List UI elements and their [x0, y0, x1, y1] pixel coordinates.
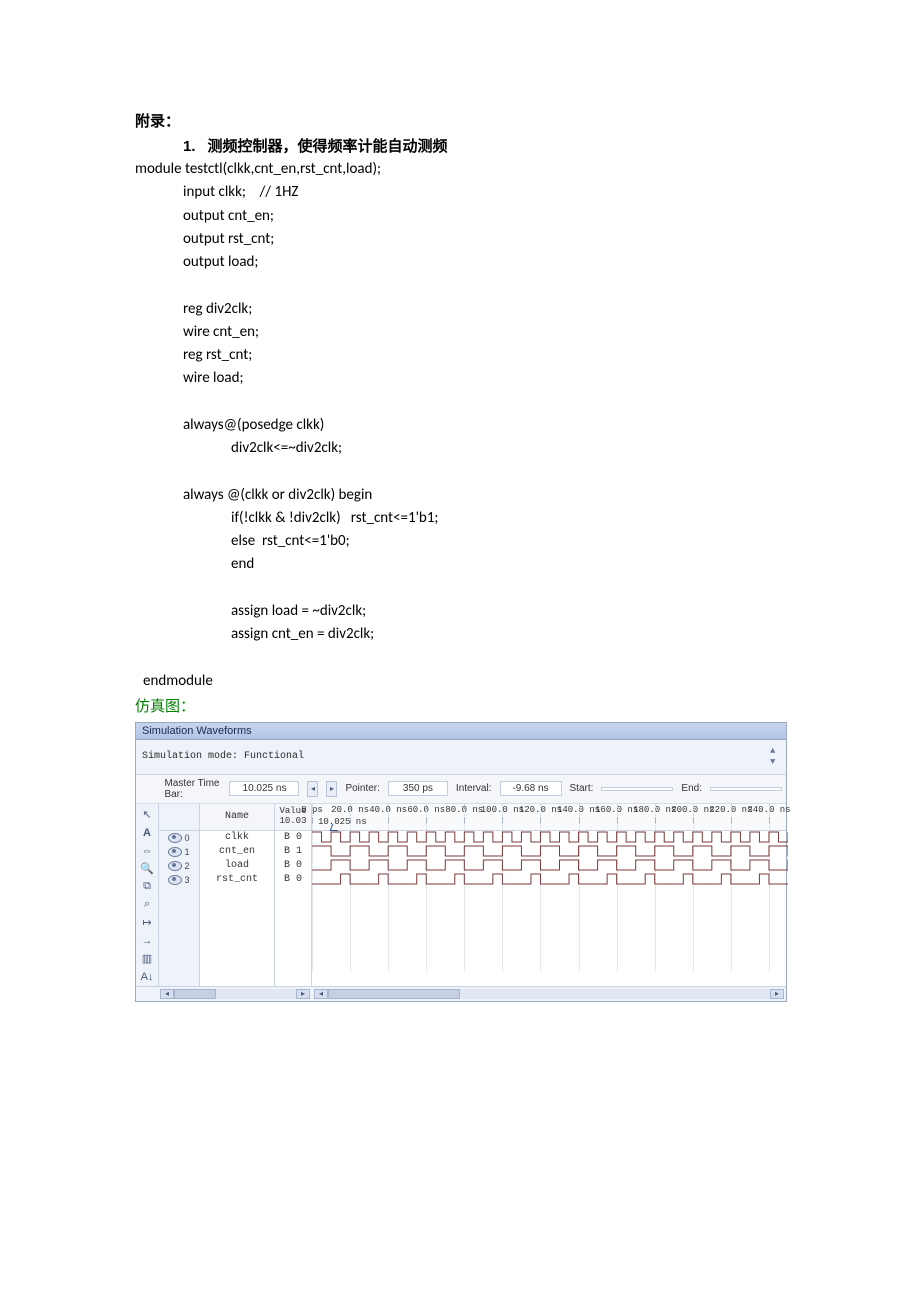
interval-label: Interval: — [456, 783, 492, 794]
signal-index[interactable]: 1 — [159, 845, 199, 859]
copy-tool-icon[interactable]: ⧉ — [136, 878, 158, 896]
interval-value: -9.68 ns — [500, 781, 562, 796]
scroll-right-icon[interactable]: ▸ — [770, 989, 784, 999]
right-hscrollbar[interactable]: ◂ ▸ — [314, 989, 784, 999]
signal-value: B 0 — [275, 831, 311, 845]
start-label: Start: — [570, 783, 594, 794]
appendix-heading: 附录： — [135, 110, 785, 131]
code-line: assign cnt_en = div2clk; — [135, 623, 785, 646]
signal-value: B 0 — [275, 873, 311, 887]
waveform-plot-area[interactable]: 10.025 ns 0 ps20.0 ns40.0 ns60.0 ns80.0 … — [312, 804, 786, 972]
section-1-number: 1. — [183, 138, 196, 155]
scroll-left-icon[interactable]: ◂ — [160, 989, 174, 999]
waveform-row — [312, 858, 786, 872]
find-tool-icon[interactable]: ⌕ — [136, 896, 158, 914]
timebar-next-button[interactable]: ▸ — [326, 781, 337, 797]
signal-index[interactable]: 3 — [159, 873, 199, 887]
verilog-code-block: module testctl(clkk,cnt_en,rst_cnt,load)… — [135, 158, 785, 693]
timebar-prev-button[interactable]: ◂ — [307, 781, 318, 797]
code-line: output load; — [135, 251, 785, 274]
code-line — [135, 274, 785, 297]
signal-name[interactable]: load — [200, 859, 274, 873]
end-label: End: — [681, 783, 702, 794]
code-line: reg rst_cnt; — [135, 344, 785, 367]
signal-index[interactable]: 0 — [159, 831, 199, 845]
master-time-bar-value[interactable]: 10.025 ns — [229, 781, 299, 796]
sort-tool-icon[interactable]: A↓ — [136, 968, 158, 986]
signal-name-column: Name clkkcnt_enloadrst_cnt — [200, 804, 275, 986]
simulation-mode-text: Simulation mode: Functional — [142, 751, 304, 762]
signal-value-column: Value 10.03 B 0B 1B 0B 0 — [275, 804, 312, 986]
code-line: module testctl(clkk,cnt_en,rst_cnt,load)… — [135, 158, 785, 181]
scroll-left-icon[interactable]: ◂ — [314, 989, 328, 999]
eye-icon — [168, 875, 182, 885]
code-line — [135, 391, 785, 414]
master-time-bar-label: Master Time Bar: — [164, 778, 221, 800]
simulation-graph-label: 仿真图： — [135, 695, 785, 716]
code-line: output cnt_en; — [135, 205, 785, 228]
time-ruler[interactable]: 10.025 ns 0 ps20.0 ns40.0 ns60.0 ns80.0 … — [312, 804, 786, 831]
signal-name[interactable]: cnt_en — [200, 845, 274, 859]
code-line: endmodule — [135, 670, 785, 693]
stretch-tool-icon[interactable]: ⇔ — [136, 842, 158, 860]
code-line: output rst_cnt; — [135, 228, 785, 251]
signal-name[interactable]: clkk — [200, 831, 274, 845]
eye-icon — [168, 861, 182, 871]
pointer-value: 350 ps — [388, 781, 448, 796]
text-tool-icon[interactable]: A — [136, 824, 158, 842]
code-line: wire cnt_en; — [135, 321, 785, 344]
signal-value: B 1 — [275, 845, 311, 859]
goto-start-icon[interactable]: ↦ — [136, 914, 158, 932]
waveform-footer-scrollbars: ◂ ▸ ◂ ▸ — [136, 986, 786, 1001]
waveform-modebar: Simulation mode: Functional ▲▼ — [136, 740, 786, 775]
code-line: div2clk<=~div2clk; — [135, 437, 785, 460]
eye-icon — [168, 847, 182, 857]
bus-tool-icon[interactable]: ▥ — [136, 950, 158, 968]
signal-name[interactable]: rst_cnt — [200, 873, 274, 887]
waveform-titlebar: Simulation Waveforms — [136, 723, 786, 740]
start-value[interactable] — [601, 787, 673, 791]
code-line: input clkk; // 1HZ — [135, 181, 785, 204]
name-column-header: Name — [200, 804, 274, 831]
waveform-tool-column: ↖ A ⇔ 🔍 ⧉ ⌕ ↦ → ▥ A↓ — [136, 804, 159, 986]
signal-index[interactable]: 2 — [159, 859, 199, 873]
pointer-label: Pointer: — [345, 783, 379, 794]
waveform-window: Simulation Waveforms Simulation mode: Fu… — [135, 722, 787, 1002]
eye-icon — [168, 833, 182, 843]
code-line — [135, 646, 785, 669]
signal-value: B 0 — [275, 859, 311, 873]
section-1-title: 测频控制器，使得频率计能自动测频 — [208, 138, 448, 155]
waveform-row — [312, 830, 786, 844]
code-line — [135, 577, 785, 600]
signal-index-column: 0123 — [159, 804, 200, 986]
code-line: if(!clkk & !div2clk) rst_cnt<=1'b1; — [135, 507, 785, 530]
left-hscrollbar[interactable]: ◂ ▸ — [160, 989, 310, 999]
code-line — [135, 460, 785, 483]
waveform-row — [312, 844, 786, 858]
code-line: end — [135, 553, 785, 576]
waveform-row — [312, 872, 786, 886]
pointer-tool-icon[interactable]: ↖ — [136, 806, 158, 824]
waveform-timebar: Master Time Bar: 10.025 ns ◂ ▸ Pointer: … — [136, 775, 786, 804]
code-line: wire load; — [135, 367, 785, 390]
goto-end-icon[interactable]: → — [136, 932, 158, 950]
code-line: reg div2clk; — [135, 298, 785, 321]
code-line: else rst_cnt<=1'b0; — [135, 530, 785, 553]
scroll-right-icon[interactable]: ▸ — [296, 989, 310, 999]
end-value[interactable] — [710, 787, 782, 791]
section-1-heading: 1. 测频控制器，使得频率计能自动测频 — [183, 135, 785, 156]
zoom-tool-icon[interactable]: 🔍 — [136, 860, 158, 878]
modebar-scroll-arrows[interactable]: ▲▼ — [770, 746, 780, 768]
cursor-time-label: 10.025 ns — [318, 817, 367, 827]
code-line: always@(posedge clkk) — [135, 414, 785, 437]
code-line: assign load = ~div2clk; — [135, 600, 785, 623]
code-line: always @(clkk or div2clk) begin — [135, 484, 785, 507]
